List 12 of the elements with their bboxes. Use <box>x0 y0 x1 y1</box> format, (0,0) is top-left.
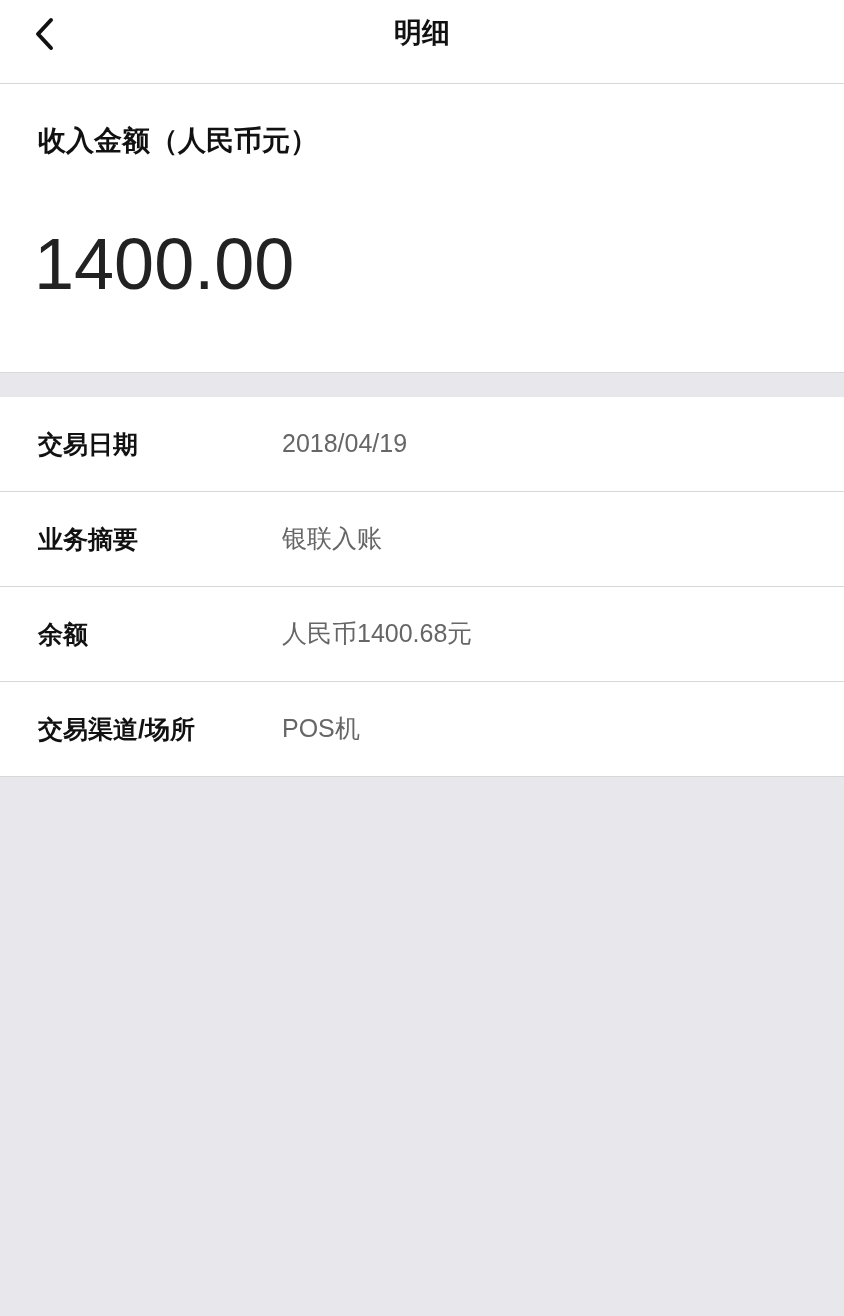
detail-value: 银联入账 <box>282 523 382 555</box>
amount-label: 收入金额（人民币元） <box>38 124 318 158</box>
detail-label: 业务摘要 <box>38 524 139 555</box>
income-amount: 1400.00 <box>34 224 295 304</box>
back-icon <box>33 17 55 51</box>
detail-label: 余额 <box>38 619 89 650</box>
detail-label: 交易渠道/场所 <box>38 714 196 745</box>
page-title: 明细 <box>394 15 450 50</box>
detail-value: POS机 <box>282 713 360 745</box>
detail-value: 2018/04/19 <box>282 428 408 460</box>
detail-label: 交易日期 <box>38 429 139 460</box>
detail-value: 人民币1400.68元 <box>282 618 473 650</box>
